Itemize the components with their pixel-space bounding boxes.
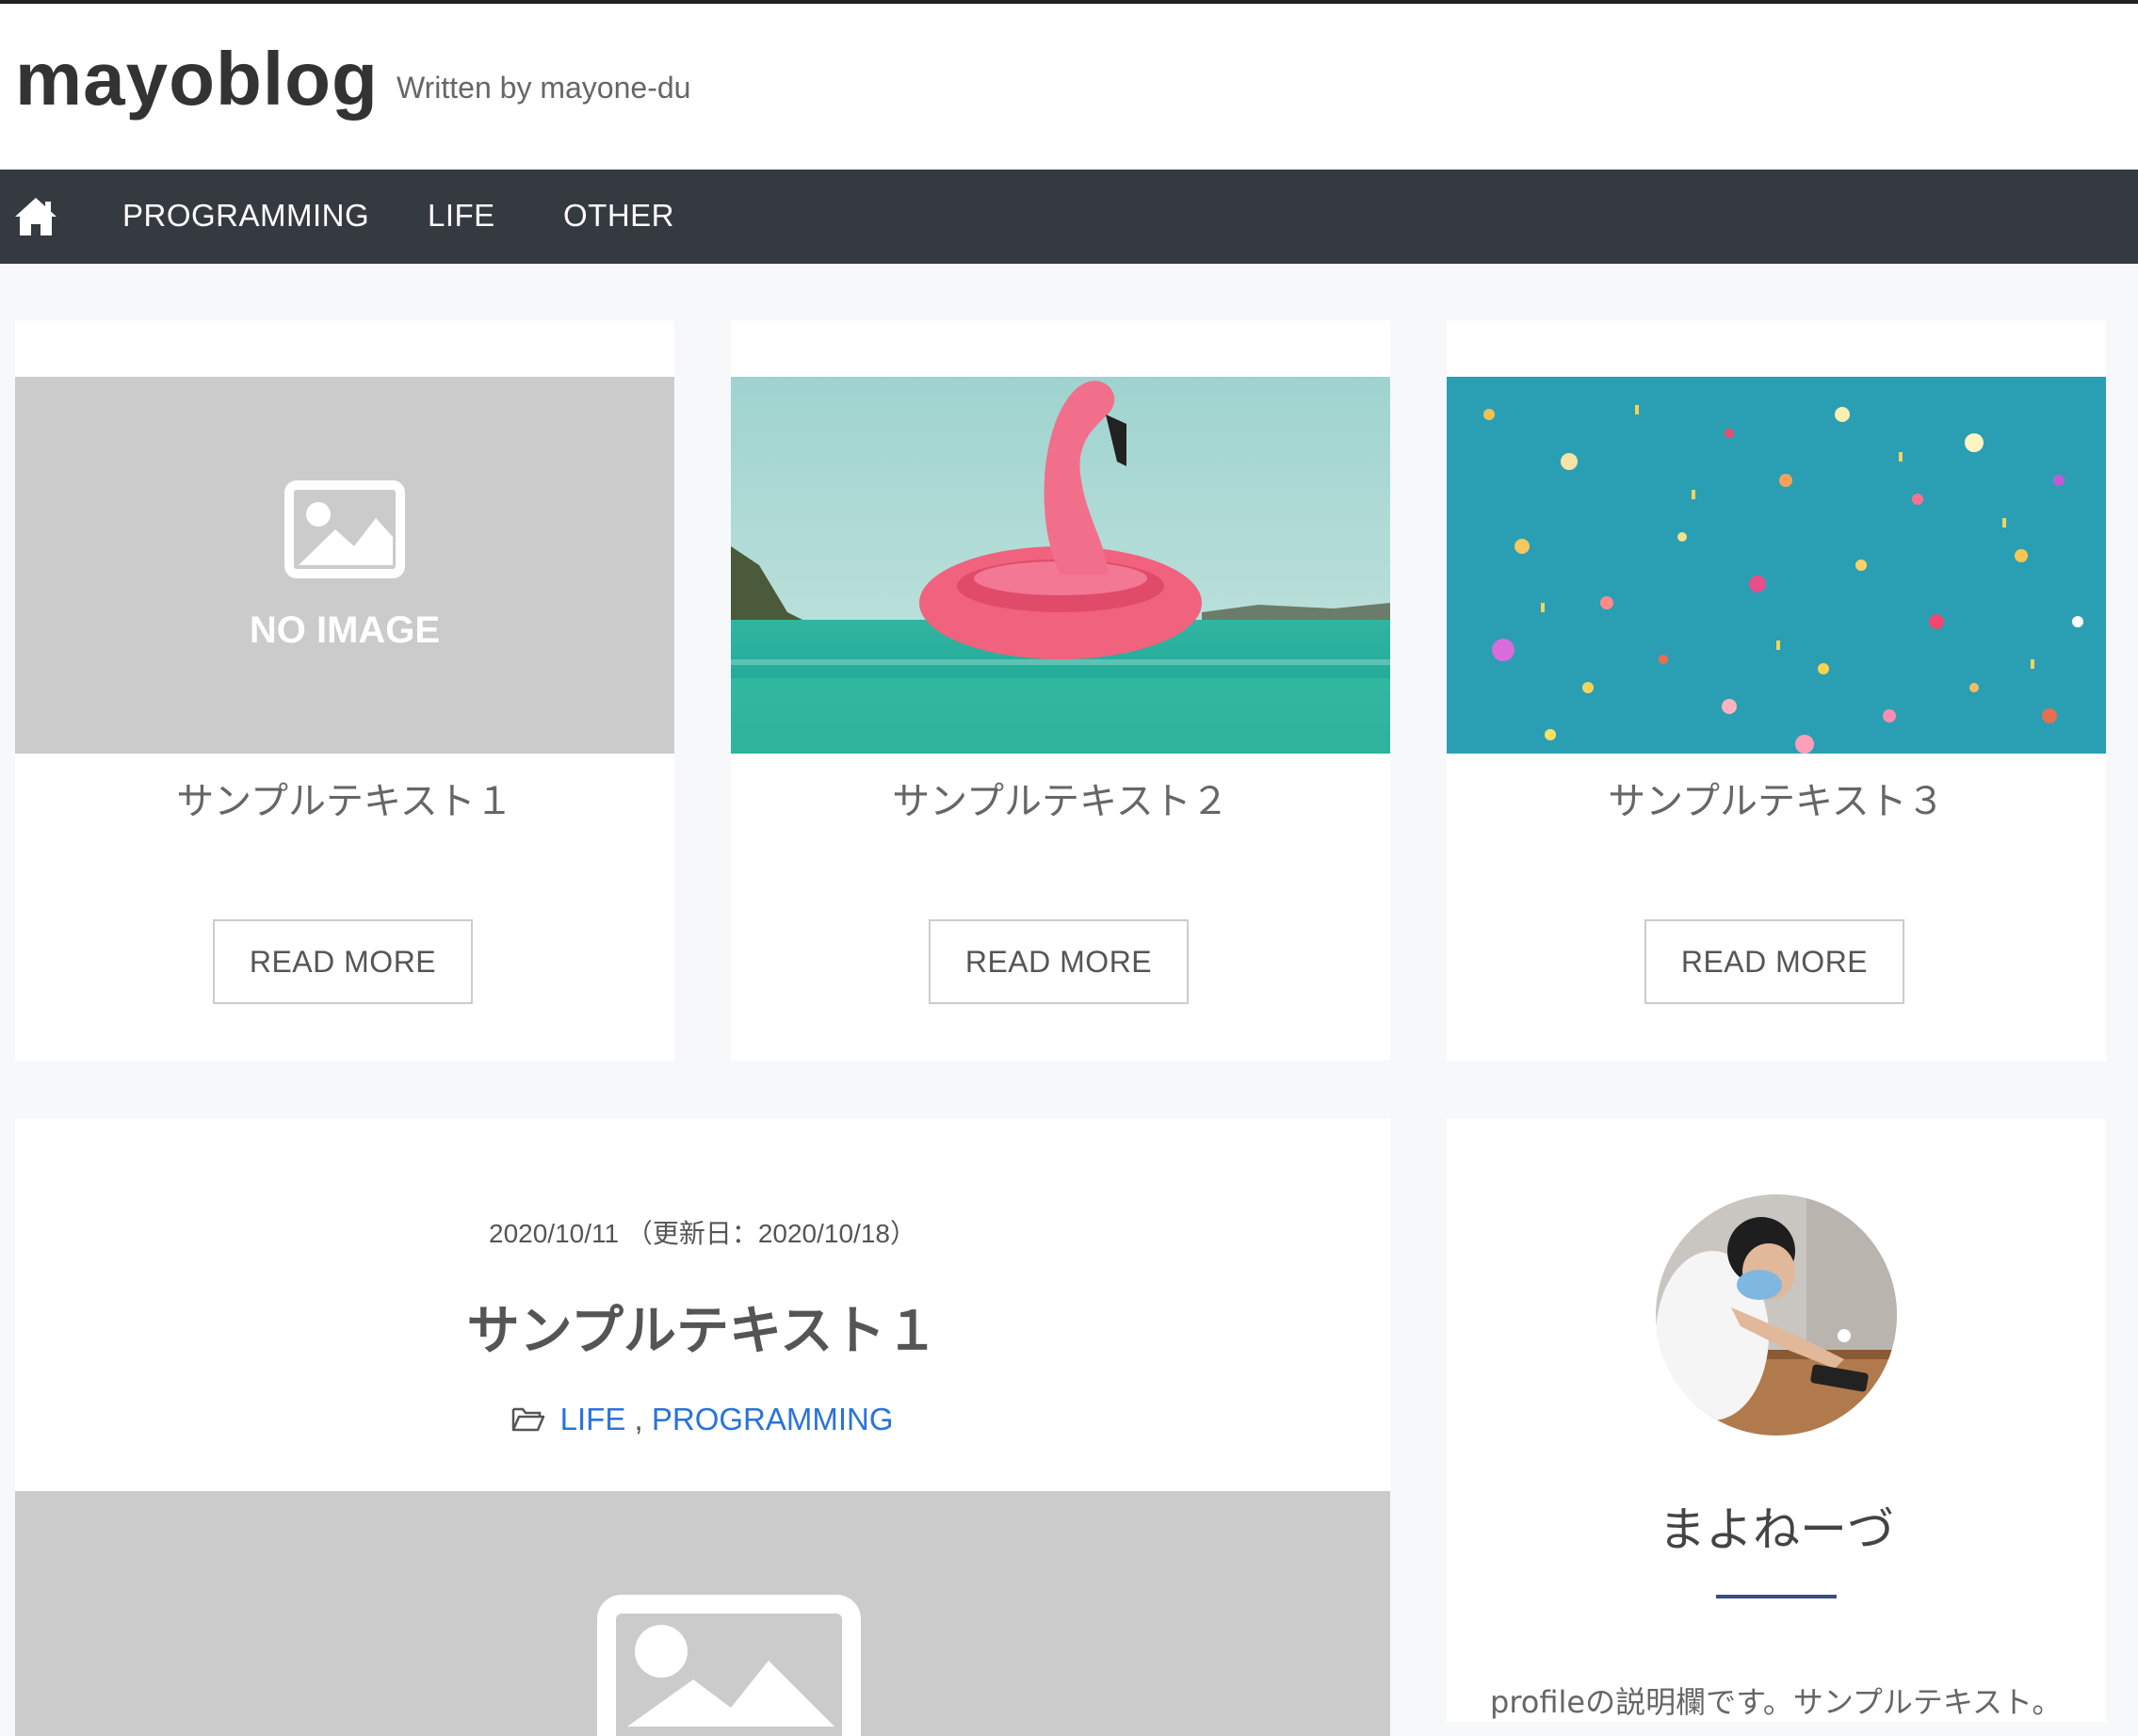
flamingo-thumbnail[interactable] bbox=[731, 377, 1390, 754]
post-card: NO IMAGE サンプルテキスト１ READ MORE bbox=[15, 320, 674, 1061]
site-title[interactable]: mayoblog bbox=[15, 36, 379, 122]
no-image-label: NO IMAGE bbox=[250, 609, 440, 651]
post-no-image bbox=[15, 1491, 1390, 1736]
card-title[interactable]: サンプルテキスト１ bbox=[15, 771, 674, 825]
profile-divider bbox=[1716, 1595, 1837, 1598]
post-card: サンプルテキスト３ READ MORE bbox=[1447, 320, 2106, 1061]
article: 2020/10/11 （更新日：2020/10/18） サンプルテキスト１ LI… bbox=[15, 1119, 1390, 1736]
no-image-thumbnail[interactable]: NO IMAGE bbox=[15, 377, 674, 754]
post-card: サンプルテキスト２ READ MORE bbox=[731, 320, 1390, 1061]
post-date: 2020/10/11 （更新日：2020/10/18） bbox=[489, 1219, 916, 1248]
post-categories: LIFE , PROGRAMMING bbox=[15, 1402, 1390, 1439]
card-title[interactable]: サンプルテキスト３ bbox=[1447, 771, 2106, 825]
profile-name: まよねーづ bbox=[1659, 1502, 1894, 1557]
home-icon[interactable] bbox=[13, 196, 58, 237]
site-description: Written by mayone-du bbox=[397, 71, 691, 105]
confetti-thumbnail[interactable] bbox=[1447, 377, 2106, 754]
folder-open-icon bbox=[511, 1403, 545, 1439]
nav-item-other[interactable]: OTHER bbox=[563, 198, 674, 234]
category-link-programming[interactable]: PROGRAMMING bbox=[652, 1402, 894, 1436]
nav-item-programming[interactable]: PROGRAMMING bbox=[122, 198, 369, 234]
category-separator: , bbox=[634, 1402, 643, 1436]
profile-widget: まよねーづ profileの説明欄です。サンプルテキスト。 bbox=[1447, 1119, 2106, 1722]
read-more-button[interactable]: READ MORE bbox=[1644, 919, 1904, 1004]
nav-item-life[interactable]: LIFE bbox=[428, 198, 495, 234]
category-link-life[interactable]: LIFE bbox=[560, 1402, 626, 1436]
card-title[interactable]: サンプルテキスト２ bbox=[731, 771, 1390, 825]
global-nav: PROGRAMMING LIFE OTHER bbox=[0, 170, 2138, 264]
profile-description: profileの説明欄です。サンプルテキスト。 bbox=[1490, 1684, 2063, 1720]
post-title: サンプルテキスト１ bbox=[466, 1301, 939, 1362]
site-header: mayoblog Written by mayone-du bbox=[0, 4, 2138, 170]
avatar bbox=[1656, 1194, 1897, 1436]
read-more-button[interactable]: READ MORE bbox=[929, 919, 1189, 1004]
read-more-button[interactable]: READ MORE bbox=[213, 919, 473, 1004]
